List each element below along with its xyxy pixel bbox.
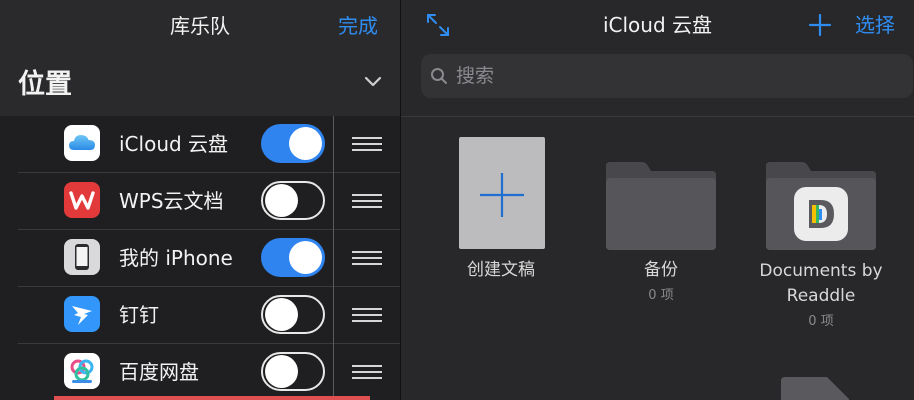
reorder-column-divider <box>333 116 334 400</box>
toggle-knob <box>265 184 298 217</box>
dingtalk-icon <box>64 296 100 332</box>
wps-icon <box>64 182 100 218</box>
header-separator <box>401 116 914 117</box>
reorder-handle[interactable] <box>352 194 382 208</box>
next-row-icon-edge <box>54 396 370 400</box>
documents-app-icon <box>794 187 848 241</box>
toggle-dingtalk[interactable] <box>261 295 325 334</box>
tile-label: Readdle <box>786 286 856 306</box>
toggle-iphone[interactable] <box>261 238 325 277</box>
tile-label: Documents by <box>759 261 883 281</box>
done-button[interactable]: 完成 <box>338 0 378 52</box>
toggle-knob <box>265 298 298 331</box>
row-label-iphone: 我的 iPhone <box>119 246 233 270</box>
list-item: 百度网盘 <box>0 344 400 400</box>
locations-list: iCloud 云盘 WPS云文档 我的 iPhone 钉钉 百度网盘 <box>0 116 400 400</box>
reorder-handle[interactable] <box>352 365 382 379</box>
tile-label: 备份 <box>644 260 678 280</box>
section-title: 位置 <box>18 69 72 100</box>
reorder-handle[interactable] <box>352 137 382 151</box>
toggle-knob <box>265 355 298 388</box>
list-item: iCloud 云盘 <box>0 116 400 173</box>
select-button[interactable]: 选择 <box>855 0 895 50</box>
tile-label: 创建文稿 <box>467 260 535 280</box>
locations-section-header[interactable]: 位置 <box>0 52 400 116</box>
search-input[interactable] <box>456 54 896 98</box>
add-icon[interactable] <box>808 13 832 37</box>
document-icon[interactable] <box>779 377 849 400</box>
toggle-knob <box>289 241 322 274</box>
search-icon <box>431 68 447 84</box>
list-item: 钉钉 <box>0 287 400 344</box>
item-count: 0 项 <box>808 314 834 329</box>
toggle-icloud[interactable] <box>261 124 325 163</box>
row-label-wps: WPS云文档 <box>119 189 224 213</box>
row-label-dingtalk: 钉钉 <box>119 303 159 327</box>
toggle-wps[interactable] <box>261 181 325 220</box>
new-document-card[interactable] <box>459 137 545 249</box>
plus-icon <box>480 173 524 217</box>
folder-icon[interactable] <box>604 160 718 252</box>
item-count: 0 项 <box>648 288 674 303</box>
reorder-handle[interactable] <box>352 251 382 265</box>
reorder-handle[interactable] <box>352 308 382 322</box>
row-label-baidu: 百度网盘 <box>119 360 199 384</box>
search-bar[interactable] <box>421 54 913 98</box>
list-item: WPS云文档 <box>0 173 400 230</box>
row-label-icloud: iCloud 云盘 <box>119 132 229 156</box>
right-nav-title: iCloud 云盘 <box>602 13 713 37</box>
list-item: 我的 iPhone <box>0 230 400 287</box>
toggle-knob <box>289 127 322 160</box>
toggle-baidu[interactable] <box>261 352 325 391</box>
browser-panel: iCloud 云盘 选择 创建文稿 备份 0 项 <box>401 0 914 400</box>
icloud-icon <box>64 125 100 161</box>
iphone-icon <box>64 239 100 275</box>
locations-panel: 库乐队 完成 位置 iCloud 云盘 WPS云文档 我的 iPhone 钉钉 … <box>0 0 400 400</box>
chevron-down-icon[interactable] <box>364 76 382 88</box>
baidu-netdisk-icon <box>64 353 100 389</box>
